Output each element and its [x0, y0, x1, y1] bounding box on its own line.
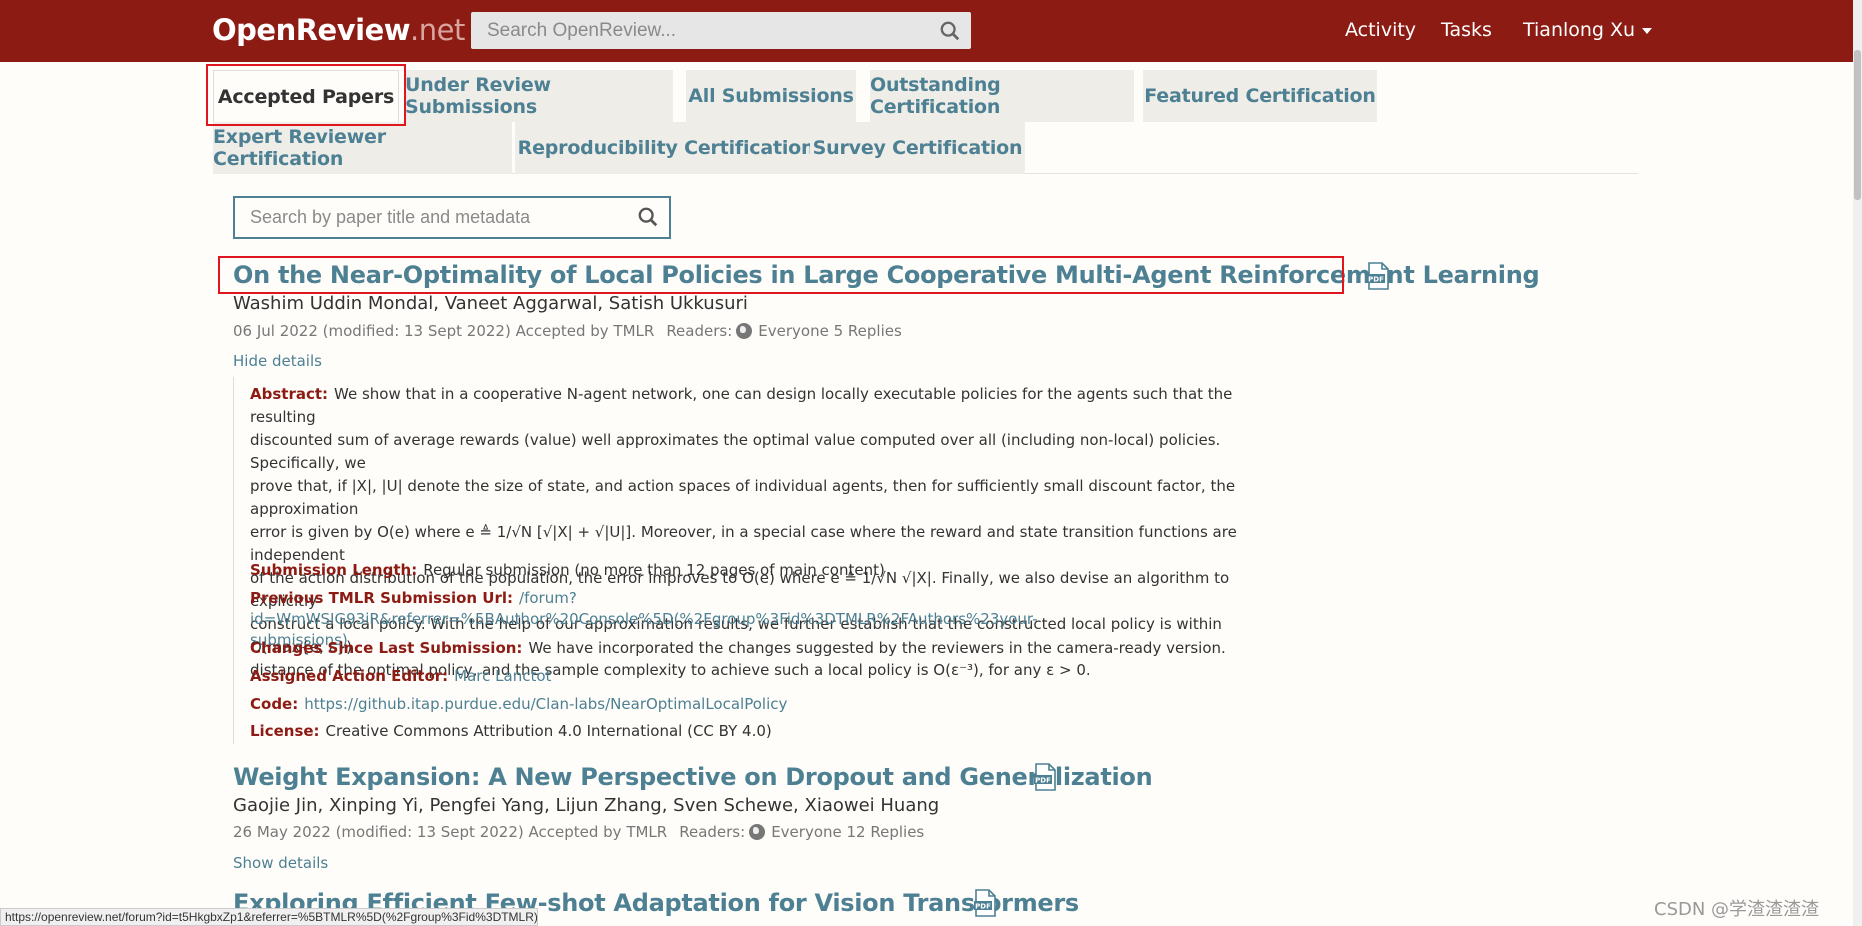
- readers-value: Everyone: [758, 322, 829, 340]
- abstract-line: We show that in a cooperative N-agent ne…: [250, 385, 1233, 426]
- svg-text:PDF: PDF: [1368, 276, 1384, 284]
- globe-icon: [736, 323, 753, 339]
- globe-icon: [749, 824, 766, 840]
- note-details-panel: Abstract: We show that in a cooperative N…: [233, 377, 1303, 744]
- user-name: Tianlong Xu: [1523, 19, 1636, 41]
- note-venue: Accepted by TMLR: [515, 322, 655, 340]
- tab-expert-reviewer-certification[interactable]: Expert Reviewer Certification: [213, 122, 512, 174]
- field-value: Creative Commons Attribution 4.0 Interna…: [325, 722, 772, 740]
- watermark-text: CSDN @学渣渣渣渣: [1654, 899, 1820, 920]
- nav-activity-link[interactable]: Activity: [1345, 19, 1416, 41]
- field-label: Submission Length:: [250, 561, 418, 579]
- field-label: Assigned Action Editor:: [250, 667, 449, 685]
- license-field: License: Creative Commons Attribution 4.0…: [250, 721, 772, 742]
- changes-field: Changes Since Last Submission: We have in…: [250, 638, 1226, 659]
- tab-survey-certification[interactable]: Survey Certification: [810, 122, 1025, 174]
- tab-reproducibility-certification[interactable]: Reproducibility Certification: [515, 122, 817, 174]
- user-menu[interactable]: Tianlong Xu: [1523, 19, 1653, 41]
- scrollbar-thumb[interactable]: [1854, 50, 1861, 200]
- brand-logo[interactable]: OpenReview.net: [212, 13, 465, 47]
- note-title-link[interactable]: On the Near-Optimality of Local Policies…: [233, 261, 1540, 289]
- note-authors[interactable]: Gaojie Jin, Xinping Yi, Pengfei Yang, Li…: [233, 795, 939, 816]
- caret-down-icon: [1642, 27, 1653, 34]
- note-date: 06 Jul 2022 (modified: 13 Sept 2022): [233, 322, 511, 340]
- replies-count: 5 Replies: [833, 322, 902, 340]
- note-date: 26 May 2022 (modified: 13 Sept 2022): [233, 823, 524, 841]
- abstract-line: discounted sum of average rewards (value…: [250, 431, 1221, 472]
- tab-under-review-submissions[interactable]: Under Review Submissions: [405, 70, 673, 122]
- abstract-label: Abstract:: [250, 385, 329, 403]
- hide-details-link[interactable]: Hide details: [233, 352, 322, 370]
- field-label: Changes Since Last Submission:: [250, 639, 523, 657]
- readers-label: Readers:: [666, 322, 733, 340]
- tab-all-submissions[interactable]: All Submissions: [686, 70, 856, 122]
- svg-text:PDF: PDF: [1035, 777, 1051, 785]
- field-value: We have incorporated the changes suggest…: [528, 639, 1226, 657]
- pdf-icon[interactable]: PDF: [973, 889, 997, 917]
- abstract-line: prove that, if |X|, |U| denote the size …: [250, 477, 1236, 518]
- field-label: Previous TMLR Submission Url:: [250, 589, 514, 607]
- paper-search-input[interactable]: [235, 198, 625, 237]
- pdf-icon[interactable]: PDF: [1033, 763, 1057, 791]
- code-link[interactable]: https://github.itap.purdue.edu/Clan-labs…: [304, 695, 787, 713]
- note-meta: 26 May 2022 (modified: 13 Sept 2022) Acc…: [233, 823, 924, 841]
- global-search-input[interactable]: [471, 12, 911, 49]
- search-icon[interactable]: [637, 206, 659, 228]
- note-authors[interactable]: Washim Uddin Mondal, Vaneet Aggarwal, Sa…: [233, 293, 748, 314]
- show-details-link[interactable]: Show details: [233, 854, 328, 872]
- tab-featured-certification[interactable]: Featured Certification: [1143, 70, 1377, 122]
- tab-outstanding-certification[interactable]: Outstanding Certification: [870, 70, 1134, 122]
- search-icon[interactable]: [939, 20, 961, 42]
- note-venue: Accepted by TMLR: [528, 823, 668, 841]
- field-label: License:: [250, 722, 320, 740]
- global-search-box: [471, 12, 971, 49]
- venue-tabs: Accepted Papers Under Review Submissions…: [213, 70, 1638, 174]
- tab-accepted-papers[interactable]: Accepted Papers: [213, 70, 399, 122]
- submission-length-field: Submission Length: Regular submission (no…: [250, 560, 885, 581]
- top-navbar: OpenReview.net Activity Tasks Tianlong X…: [0, 0, 1853, 62]
- note-title-link[interactable]: Weight Expansion: A New Perspective on D…: [233, 763, 1153, 791]
- paper-search-box: [233, 196, 671, 239]
- field-value: Regular submission (no more than 12 page…: [423, 561, 885, 579]
- field-label: Code:: [250, 695, 299, 713]
- action-editor-field: Assigned Action Editor: Marc Lanctot: [250, 666, 551, 687]
- note-meta: 06 Jul 2022 (modified: 13 Sept 2022) Acc…: [233, 322, 902, 340]
- readers-value: Everyone: [771, 823, 842, 841]
- abstract-line: error is given by O(e) where e ≜ 1/√N [√…: [250, 523, 1237, 564]
- nav-tasks-link[interactable]: Tasks: [1441, 19, 1492, 41]
- page-scrollbar[interactable]: [1853, 0, 1862, 926]
- svg-text:PDF: PDF: [975, 903, 991, 911]
- replies-count: 12 Replies: [846, 823, 925, 841]
- pdf-icon[interactable]: PDF: [1366, 262, 1390, 290]
- readers-label: Readers:: [679, 823, 746, 841]
- browser-status-bar: https://openreview.net/forum?id=t5HkgbxZ…: [0, 908, 538, 926]
- code-field: Code: https://github.itap.purdue.edu/Clan…: [250, 694, 787, 715]
- action-editor-link[interactable]: Marc Lanctot: [454, 667, 551, 685]
